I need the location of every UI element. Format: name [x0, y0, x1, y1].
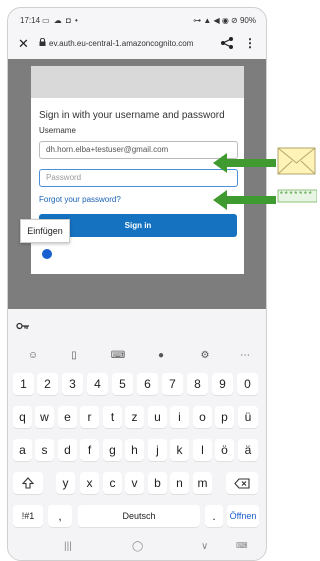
key-0[interactable]: 0 [237, 373, 258, 395]
more-vert-icon[interactable]: ⋮ [244, 36, 256, 50]
key-1[interactable]: 1 [13, 373, 34, 395]
key-j[interactable]: j [148, 439, 167, 461]
shift-key[interactable] [13, 472, 43, 494]
lock-icon [39, 38, 46, 46]
battery-level: 90% [239, 16, 256, 25]
back-icon[interactable]: ∨ [201, 541, 208, 552]
keyboard-icon[interactable]: ⌨ [107, 344, 129, 366]
key-n[interactable]: n [170, 472, 189, 494]
username-label: Username [39, 126, 76, 135]
key-i[interactable]: i [170, 406, 189, 428]
key-x[interactable]: x [80, 472, 99, 494]
key-b[interactable]: b [148, 472, 167, 494]
key-p[interactable]: p [215, 406, 234, 428]
key-k[interactable]: k [170, 439, 189, 461]
key-v[interactable]: v [125, 472, 144, 494]
forgot-password-link[interactable]: Forgot your password? [39, 195, 121, 204]
more-icon[interactable]: ⋯ [234, 344, 256, 366]
password-mask-text: ******* [279, 191, 313, 200]
text-cursor-handle[interactable] [42, 249, 52, 259]
settings-icon[interactable]: ⚙ [194, 344, 216, 366]
key-icon[interactable] [16, 322, 30, 333]
key-c[interactable]: c [103, 472, 122, 494]
key-7[interactable]: 7 [162, 373, 183, 395]
signin-heading: Sign in with your username and password [39, 110, 225, 121]
key-o[interactable]: o [193, 406, 212, 428]
key-t[interactable]: t [103, 406, 122, 428]
annotation-overlay [213, 147, 317, 210]
home-icon[interactable]: ◯ [132, 541, 143, 552]
comma-key[interactable]: , [48, 505, 72, 527]
key-d[interactable]: d [58, 439, 77, 461]
key-2[interactable]: 2 [37, 373, 58, 395]
keyboard-toolbar: ☺ ▯ ⌨ ● ⚙ ⋯ [8, 344, 266, 366]
envelope-icon [277, 147, 316, 175]
arrow-username [213, 153, 276, 173]
key-g[interactable]: g [103, 439, 122, 461]
shift-icon [22, 477, 34, 489]
key-ue[interactable]: ü [238, 406, 258, 428]
key-z[interactable]: z [125, 406, 144, 428]
url-text[interactable]: ev.auth.eu-central-1.amazoncognito.com [49, 39, 193, 48]
key-3[interactable]: 3 [62, 373, 83, 395]
share-icon[interactable] [220, 36, 234, 50]
key-w[interactable]: w [35, 406, 54, 428]
key-ae[interactable]: ä [238, 439, 258, 461]
mic-icon[interactable]: ● [150, 344, 172, 366]
status-notification-icons: ▭ ☁ ◘ • [42, 16, 79, 25]
key-5[interactable]: 5 [112, 373, 133, 395]
status-system-icons: ⊶ ▲ ◀ ◉ ⊘ [193, 16, 238, 25]
card-banner [31, 66, 244, 98]
enter-key[interactable]: Öffnen [227, 505, 259, 527]
backspace-key[interactable] [226, 472, 258, 494]
space-key[interactable]: Deutsch [78, 505, 200, 527]
key-oe[interactable]: ö [215, 439, 234, 461]
key-4[interactable]: 4 [87, 373, 108, 395]
recents-icon[interactable]: ||| [64, 541, 72, 552]
key-m[interactable]: m [193, 472, 212, 494]
keyboard-switch-icon[interactable]: ⌨ [236, 541, 248, 550]
status-time: 17:14 [20, 16, 41, 25]
close-icon[interactable]: ✕ [18, 36, 29, 52]
key-r[interactable]: r [80, 406, 99, 428]
emoji-icon[interactable]: ☺ [22, 344, 44, 366]
key-a[interactable]: a [13, 439, 32, 461]
browser-url-bar: ✕ ev.auth.eu-central-1.amazoncognito.com… [8, 30, 266, 58]
status-right-group: ⊶ ▲ ◀ ◉ ⊘ 90% [193, 16, 256, 25]
key-e[interactable]: e [58, 406, 77, 428]
clipboard-icon[interactable]: ▯ [63, 344, 85, 366]
key-8[interactable]: 8 [187, 373, 208, 395]
backspace-icon [234, 477, 250, 489]
paste-popup[interactable]: Einfügen [20, 219, 70, 243]
arrow-password [213, 190, 276, 210]
key-9[interactable]: 9 [212, 373, 233, 395]
phone-screen: 17:14 ▭ ☁ ◘ • ⊶ ▲ ◀ ◉ ⊘ 90% ✕ ev.auth.eu… [7, 7, 267, 561]
key-h[interactable]: h [125, 439, 144, 461]
keyboard: ☺ ▯ ⌨ ● ⚙ ⋯ 1 2 3 4 5 6 7 8 9 0 q w e r … [8, 310, 266, 560]
period-key[interactable]: . [205, 505, 223, 527]
nav-bar: ||| ◯ ∨ ⌨ [8, 538, 266, 560]
key-6[interactable]: 6 [137, 373, 158, 395]
status-bar: 17:14 ▭ ☁ ◘ • ⊶ ▲ ◀ ◉ ⊘ 90% [8, 8, 266, 30]
key-y[interactable]: y [56, 472, 75, 494]
key-s[interactable]: s [35, 439, 54, 461]
key-l[interactable]: l [193, 439, 212, 461]
key-f[interactable]: f [80, 439, 99, 461]
key-q[interactable]: q [13, 406, 32, 428]
key-u[interactable]: u [148, 406, 167, 428]
symbols-key[interactable]: !#1 [13, 505, 43, 527]
